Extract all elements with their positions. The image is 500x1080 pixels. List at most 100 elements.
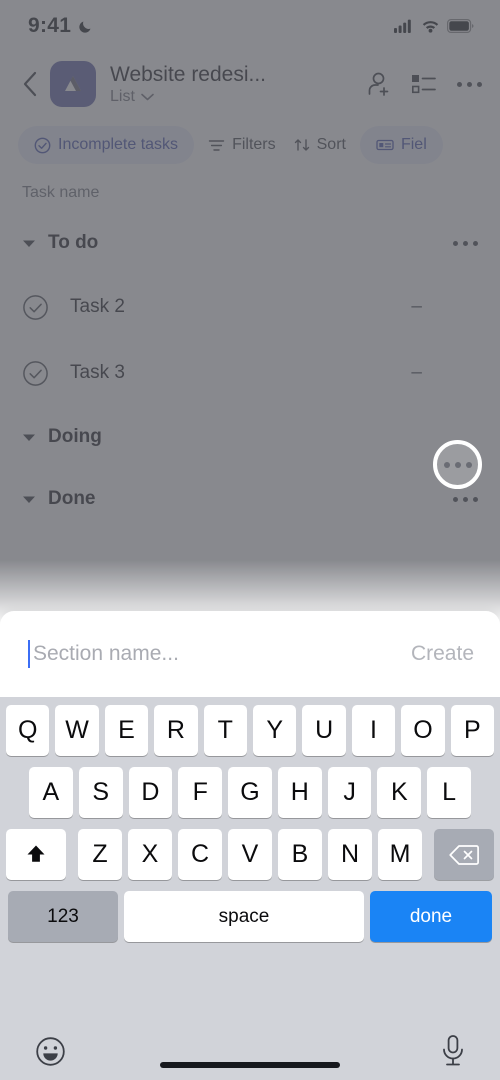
numbers-key[interactable]: 123: [8, 891, 118, 942]
sort-icon: [294, 139, 309, 151]
header-overflow-button[interactable]: [457, 81, 482, 87]
space-key[interactable]: space: [124, 891, 364, 942]
key-q[interactable]: Q: [5, 705, 50, 756]
key-p[interactable]: P: [450, 705, 495, 756]
table-row[interactable]: Task 3 –: [0, 340, 500, 406]
keyboard-spacer: [69, 829, 75, 880]
view-switcher[interactable]: List: [110, 88, 359, 106]
key-x[interactable]: X: [128, 829, 172, 880]
key-m[interactable]: M: [378, 829, 422, 880]
key-k[interactable]: K: [377, 767, 422, 818]
more-horizontal-icon: [443, 461, 472, 468]
page-title: Website redesi...: [110, 62, 267, 86]
key-y[interactable]: Y: [253, 705, 297, 756]
shift-key[interactable]: [6, 829, 66, 880]
add-member-button[interactable]: [365, 71, 391, 97]
more-horizontal-icon: [467, 81, 472, 87]
section-overflow-button[interactable]: [453, 496, 478, 502]
emoji-smiley-icon: [36, 1036, 65, 1066]
section-header-doing[interactable]: Doing: [0, 406, 500, 468]
more-horizontal-icon: [473, 496, 478, 502]
task-complete-button[interactable]: [22, 294, 70, 321]
filter-icon: [208, 139, 225, 151]
create-button[interactable]: Create: [409, 638, 476, 670]
battery-full-icon: [447, 19, 474, 33]
project-logo-icon: [65, 76, 81, 91]
emoji-key[interactable]: [34, 1035, 67, 1073]
section-header-to-do[interactable]: To do: [0, 212, 500, 274]
back-button[interactable]: [10, 71, 50, 97]
chip-filters[interactable]: Filters: [204, 126, 280, 164]
keyboard-row-2: A S D F G H J K L: [0, 767, 500, 818]
more-horizontal-icon: [453, 240, 458, 246]
onscreen-keyboard: Q W E R T Y U I O P A S D F G H J K L Z …: [0, 697, 500, 1080]
key-z[interactable]: Z: [78, 829, 122, 880]
key-o[interactable]: O: [401, 705, 445, 756]
more-horizontal-icon: [463, 496, 468, 502]
project-avatar[interactable]: [50, 61, 96, 107]
key-s[interactable]: S: [78, 767, 123, 818]
filter-chips-row[interactable]: Incomplete tasks Filters Sort Fiel: [0, 116, 500, 178]
key-e[interactable]: E: [104, 705, 149, 756]
home-indicator: [160, 1062, 340, 1068]
view-label: List: [110, 87, 135, 105]
chip-incomplete-tasks[interactable]: Incomplete tasks: [18, 126, 195, 164]
chip-label: Filters: [232, 136, 276, 153]
done-key[interactable]: done: [370, 891, 492, 942]
key-r[interactable]: R: [154, 705, 198, 756]
key-t[interactable]: T: [203, 705, 247, 756]
more-horizontal-icon: [453, 496, 458, 502]
microphone-icon: [443, 1035, 463, 1066]
key-w[interactable]: W: [55, 705, 99, 756]
chip-sort[interactable]: Sort: [290, 126, 350, 164]
moon-icon: [79, 21, 91, 33]
key-d[interactable]: D: [128, 767, 173, 818]
key-u[interactable]: U: [302, 705, 346, 756]
dictation-key[interactable]: [440, 1034, 466, 1073]
task-name: Task 3: [70, 362, 125, 383]
section-name: Doing: [48, 426, 102, 447]
status-bar: 9:41: [0, 0, 500, 52]
more-horizontal-icon: [473, 240, 478, 246]
key-n[interactable]: N: [328, 829, 372, 880]
key-h[interactable]: H: [277, 767, 322, 818]
task-value: –: [411, 296, 422, 317]
task-complete-button[interactable]: [22, 360, 70, 387]
key-c[interactable]: C: [178, 829, 222, 880]
task-name: Task 2: [70, 296, 125, 317]
backspace-delete-icon: [449, 844, 479, 865]
check-circle-icon: [34, 137, 51, 153]
key-g[interactable]: G: [228, 767, 272, 818]
section-header-done[interactable]: Done: [0, 468, 500, 530]
key-b[interactable]: B: [278, 829, 322, 880]
task-view-button[interactable]: [411, 73, 437, 95]
backspace-key[interactable]: [434, 829, 494, 880]
caret-down-icon[interactable]: [22, 433, 48, 442]
shift-up-arrow-icon: [27, 845, 45, 862]
status-bar-clock: 9:41: [28, 14, 72, 37]
key-a[interactable]: A: [28, 767, 73, 818]
key-l[interactable]: L: [427, 767, 472, 818]
key-j[interactable]: J: [327, 767, 372, 818]
tap-highlight-ring: [433, 440, 482, 489]
check-circle-icon: [23, 294, 48, 320]
table-row[interactable]: Task 2 –: [0, 274, 500, 340]
phone-screen: 9:41 Website redesi... List Incomplete t…: [0, 0, 500, 1080]
keyboard-row-4: 123 space done: [0, 891, 500, 942]
key-v[interactable]: V: [228, 829, 272, 880]
caret-down-icon[interactable]: [22, 495, 48, 504]
header-actions: [365, 71, 482, 97]
chevron-down-icon: [141, 93, 154, 100]
section-overflow-button[interactable]: [453, 240, 478, 246]
chip-label: Incomplete tasks: [58, 136, 179, 153]
caret-down-icon[interactable]: [22, 239, 48, 248]
task-list: To do Task 2 – Task 3 – Doing Done: [0, 212, 500, 530]
key-f[interactable]: F: [178, 767, 223, 818]
section-name-input[interactable]: [33, 642, 409, 666]
text-cursor: [28, 640, 30, 668]
chip-fields[interactable]: Fiel: [359, 126, 443, 164]
keyboard-row-1: Q W E R T Y U I O P: [0, 705, 500, 756]
more-horizontal-icon: [457, 81, 462, 87]
key-i[interactable]: I: [351, 705, 396, 756]
check-circle-icon: [23, 360, 48, 386]
